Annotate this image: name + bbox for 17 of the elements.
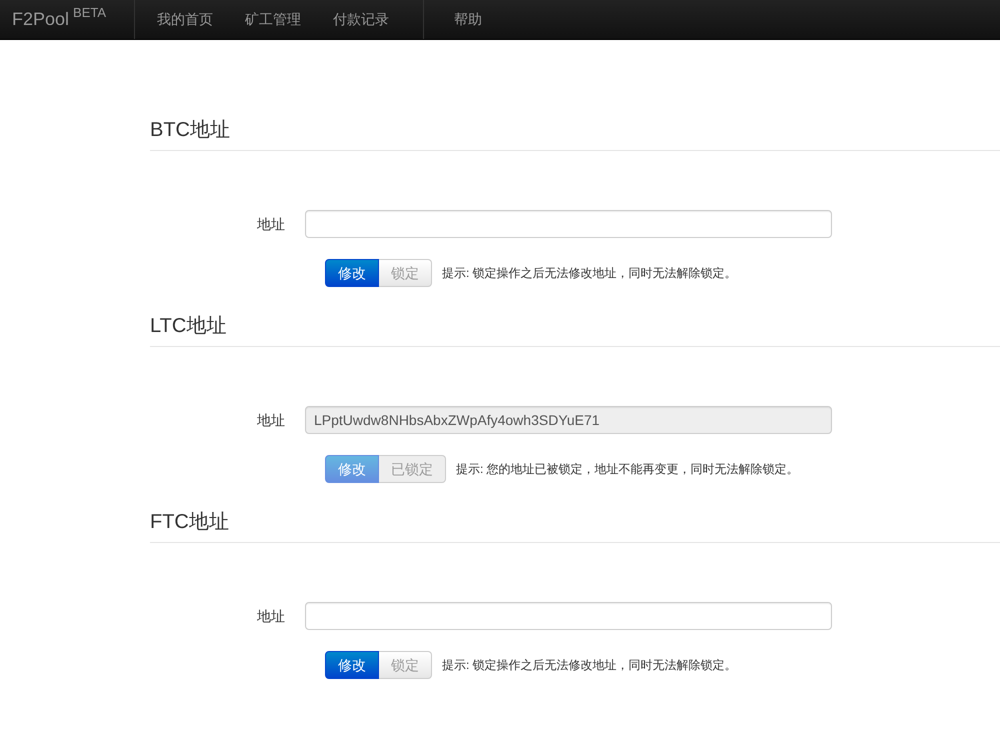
edit-button[interactable]: 修改 (325, 651, 379, 679)
hint-text: 提示: 您的地址已被锁定，地址不能再变更，同时无法解除锁定。 (456, 461, 799, 478)
nav-link[interactable]: 我的首页 (141, 0, 230, 39)
nav-link[interactable]: 付款记录 (317, 0, 406, 39)
section-heading: BTC地址 (150, 118, 1000, 151)
section-heading: FTC地址 (150, 510, 1000, 543)
field-label: 地址 (256, 214, 286, 234)
edit-button[interactable]: 修改 (325, 259, 379, 287)
address-field[interactable] (305, 602, 832, 630)
address-field[interactable] (305, 210, 832, 238)
field-label: 地址 (256, 606, 286, 626)
section-heading: LTC地址 (150, 314, 1000, 347)
hint-text: 提示: 锁定操作之后无法修改地址，同时无法解除锁定。 (442, 657, 737, 674)
hint-text: 提示: 锁定操作之后无法修改地址，同时无法解除锁定。 (442, 265, 737, 282)
field-label: 地址 (256, 410, 286, 430)
nav-link[interactable]: 矿工管理 (229, 0, 318, 39)
brand-logo[interactable]: F2Pool $^{BETA}$ (0, 0, 136, 39)
